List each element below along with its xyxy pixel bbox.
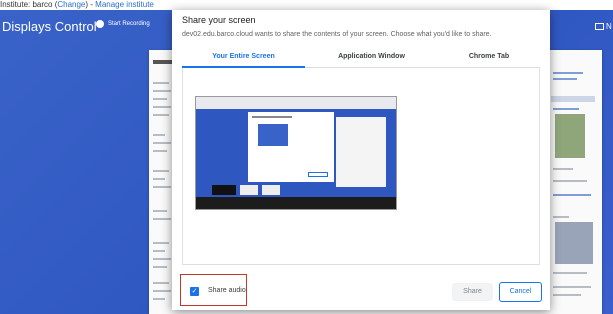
- share-screen-dialog: Share your screen dev02.edu.barco.cloud …: [172, 10, 550, 310]
- dialog-title: Share your screen: [182, 15, 256, 25]
- dialog-footer: ✓ Share audio Share Cancel: [172, 272, 550, 310]
- tab-application-window[interactable]: Application Window: [305, 48, 438, 66]
- share-source-tabs: Your Entire Screen Application Window Ch…: [182, 48, 540, 68]
- institute-bar: Institute: barco (Change) - Manage insti…: [0, 0, 613, 10]
- entire-screen-thumbnail[interactable]: [195, 96, 397, 210]
- manage-institute-link[interactable]: Manage institute: [95, 0, 154, 9]
- screen-list: [182, 68, 540, 265]
- cancel-button[interactable]: Cancel: [499, 282, 542, 302]
- share-audio-highlight: ✓ Share audio: [180, 274, 247, 306]
- institute-prefix: Institute: barco (: [0, 0, 58, 9]
- app-title: Displays Control: [2, 19, 97, 34]
- thumbnail-dialog: [248, 112, 334, 182]
- thumbnail-browser-bar: [196, 97, 396, 109]
- dialog-subtitle: dev02.edu.barco.cloud wants to share the…: [182, 31, 492, 38]
- tab-chrome-tab[interactable]: Chrome Tab: [438, 48, 540, 66]
- start-recording-button[interactable]: Start Recording: [96, 20, 150, 28]
- share-button[interactable]: Share: [452, 283, 493, 301]
- share-audio-label: Share audio: [208, 287, 246, 294]
- share-audio-checkbox[interactable]: ✓: [190, 287, 199, 296]
- change-institute-link[interactable]: Change: [57, 0, 85, 9]
- start-recording-label: Start Recording: [108, 21, 150, 27]
- display-button[interactable]: N: [595, 22, 612, 31]
- monitor-icon: [595, 23, 604, 30]
- thumbnail-app: [196, 109, 396, 197]
- tab-entire-screen[interactable]: Your Entire Screen: [182, 48, 305, 68]
- app-background: Displays Control Start Recording N Share…: [0, 10, 613, 314]
- institute-separator: ) -: [85, 0, 96, 9]
- record-icon: [96, 20, 104, 28]
- thumbnail-taskbar: [196, 197, 396, 209]
- display-button-label: N: [606, 22, 612, 31]
